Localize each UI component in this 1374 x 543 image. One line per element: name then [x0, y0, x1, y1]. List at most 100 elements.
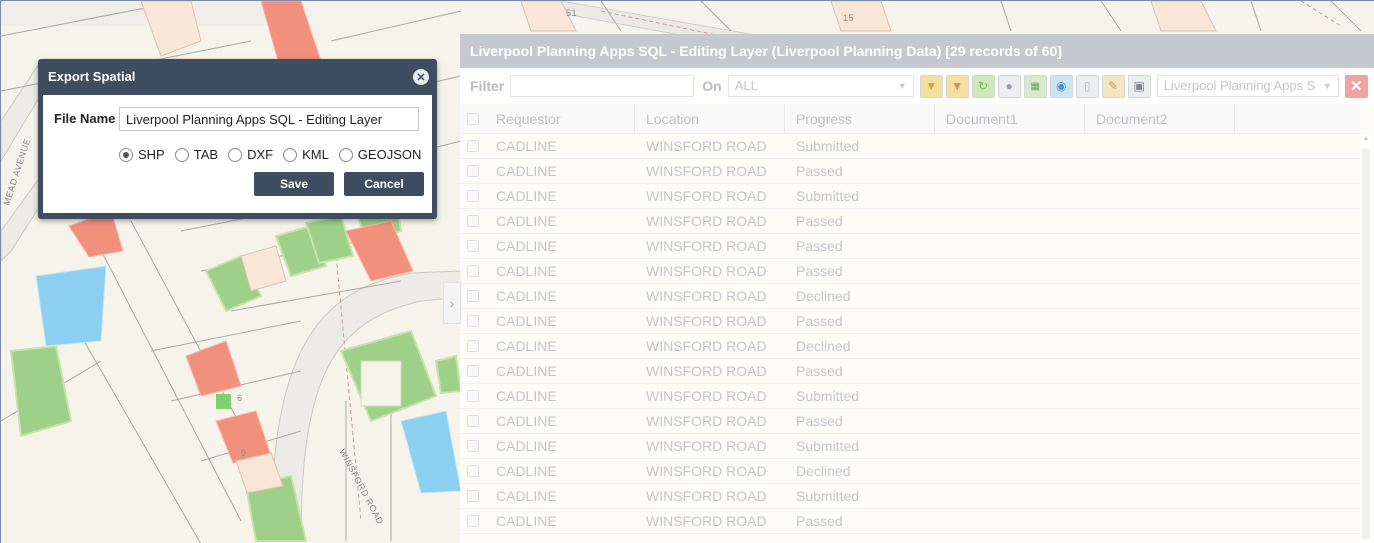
row-checkbox[interactable]	[460, 434, 485, 458]
table-row[interactable]: CADLINE WINSFORD ROAD Passed	[460, 359, 1360, 384]
table-cell: WINSFORD ROAD	[646, 263, 767, 279]
row-checkbox[interactable]	[460, 134, 485, 158]
row-checkbox[interactable]	[460, 259, 485, 283]
save-button[interactable]: Save	[254, 172, 334, 196]
table-cell: WINSFORD ROAD	[646, 438, 767, 454]
plot-number: 9	[241, 448, 247, 458]
radio-button[interactable]	[174, 147, 189, 162]
table-row[interactable]: CADLINE WINSFORD ROAD Declined	[460, 334, 1360, 359]
table-row[interactable]: CADLINE WINSFORD ROAD Passed	[460, 259, 1360, 284]
clear-filter-icon[interactable]: ▼	[945, 74, 969, 98]
table-row[interactable]: CADLINE WINSFORD ROAD Submitted	[460, 384, 1360, 409]
table-row[interactable]: CADLINE WINSFORD ROAD Declined	[460, 459, 1360, 484]
table-cell	[1085, 209, 1235, 233]
format-radio-dxf[interactable]: DXF	[228, 147, 273, 162]
row-checkbox[interactable]	[460, 409, 485, 433]
cancel-button[interactable]: Cancel	[344, 172, 424, 196]
table-cell: Passed	[796, 513, 843, 529]
close-icon[interactable]: ✕	[413, 69, 429, 85]
refresh-icon[interactable]: ↻	[971, 74, 995, 98]
row-checkbox[interactable]	[460, 384, 485, 408]
table-cell	[935, 159, 1085, 183]
table-row[interactable]: CADLINE WINSFORD ROAD Passed	[460, 209, 1360, 234]
table-row[interactable]: CADLINE WINSFORD ROAD Submitted	[460, 434, 1360, 459]
table-row[interactable]: CADLINE WINSFORD ROAD Passed	[460, 159, 1360, 184]
row-checkbox[interactable]	[460, 359, 485, 383]
scrollbar-thumb[interactable]	[1362, 149, 1370, 539]
table-row[interactable]: CADLINE WINSFORD ROAD Passed	[460, 234, 1360, 259]
table-cell: Declined	[796, 288, 851, 304]
table-cell: WINSFORD ROAD	[646, 338, 767, 354]
edit-icon[interactable]: ✎	[1101, 74, 1125, 98]
table-cell	[1085, 234, 1235, 258]
radio-button[interactable]	[119, 147, 133, 162]
radio-button[interactable]	[228, 147, 243, 162]
table-row[interactable]: CADLINE WINSFORD ROAD Submitted	[460, 184, 1360, 209]
table-cell: Passed	[796, 163, 843, 179]
grid-toolbar: Filter On ALL ▼ ▼ ▼ ↻ ● ▦ ◉ ▯ ✎ ▣ Liverp…	[460, 68, 1374, 104]
row-checkbox[interactable]	[460, 484, 485, 508]
select-all-checkbox[interactable]	[460, 104, 485, 133]
table-cell: CADLINE	[496, 413, 557, 429]
scroll-up-icon[interactable]: ▲	[1360, 135, 1372, 142]
save-icon[interactable]: ▣	[1127, 74, 1151, 98]
table-cell: Passed	[796, 413, 843, 429]
filename-input[interactable]	[119, 107, 419, 131]
table-row[interactable]: CADLINE WINSFORD ROAD Passed	[460, 409, 1360, 434]
grid-scrollbar[interactable]: ▲	[1360, 135, 1372, 543]
collapse-grid-chevron-icon[interactable]: ›	[443, 282, 461, 324]
column-header[interactable]: Document2	[1085, 104, 1235, 133]
table-cell: WINSFORD ROAD	[646, 163, 767, 179]
radio-button[interactable]	[283, 147, 298, 162]
table-cell	[935, 134, 1085, 158]
table-cell	[1085, 409, 1235, 433]
export-excel-icon[interactable]: ▦	[1023, 74, 1047, 98]
table-cell: Passed	[796, 263, 843, 279]
table-cell: Submitted	[796, 138, 860, 154]
table-cell: WINSFORD ROAD	[646, 138, 767, 154]
row-checkbox[interactable]	[460, 509, 485, 533]
filter-icon[interactable]: ▼	[919, 74, 943, 98]
row-checkbox[interactable]	[460, 334, 485, 358]
table-cell: CADLINE	[496, 338, 557, 354]
filter-input[interactable]	[510, 75, 695, 97]
table-cell: Submitted	[796, 388, 860, 404]
layer-select[interactable]: Liverpool Planning Apps S ▼	[1156, 75, 1339, 97]
column-header[interactable]: Document1	[935, 104, 1085, 133]
format-radio-kml[interactable]: KML	[283, 147, 329, 162]
table-cell: CADLINE	[496, 238, 557, 254]
row-checkbox[interactable]	[460, 209, 485, 233]
row-checkbox[interactable]	[460, 284, 485, 308]
close-icon[interactable]: ✕	[1344, 74, 1368, 98]
document-icon[interactable]: ▯	[1075, 74, 1099, 98]
table-row[interactable]: CADLINE WINSFORD ROAD Passed	[460, 309, 1360, 334]
row-checkbox[interactable]	[460, 459, 485, 483]
export-spatial-dialog: Export Spatial ✕ File Name SHP TAB DXF KML G…	[38, 59, 437, 219]
table-row[interactable]: CADLINE WINSFORD ROAD Declined	[460, 284, 1360, 309]
table-cell: Submitted	[796, 488, 860, 504]
column-header[interactable]: Progress	[785, 104, 935, 133]
format-radio-group: SHP TAB DXF KML GEOJSON	[119, 147, 431, 162]
radio-button[interactable]	[338, 147, 353, 162]
table-cell: Passed	[796, 213, 843, 229]
format-radio-shp[interactable]: SHP	[119, 147, 165, 162]
format-radio-tab[interactable]: TAB	[174, 147, 218, 162]
filter-label: Filter	[470, 78, 505, 94]
table-row[interactable]: CADLINE WINSFORD ROAD Submitted	[460, 484, 1360, 509]
globe-icon[interactable]: ◉	[1049, 74, 1073, 98]
table-row[interactable]: CADLINE WINSFORD ROAD Submitted	[460, 134, 1360, 159]
filter-column-select[interactable]: ALL ▼	[727, 75, 914, 97]
table-cell	[1085, 284, 1235, 308]
zoom-to-icon[interactable]: ●	[997, 74, 1021, 98]
format-radio-geojson[interactable]: GEOJSON	[338, 147, 421, 162]
table-cell: WINSFORD ROAD	[646, 388, 767, 404]
column-header[interactable]: Location	[635, 104, 785, 133]
table-row[interactable]: CADLINE WINSFORD ROAD Passed	[460, 509, 1360, 534]
table-cell	[935, 209, 1085, 233]
row-checkbox[interactable]	[460, 234, 485, 258]
chevron-down-icon: ▼	[1318, 76, 1332, 96]
row-checkbox[interactable]	[460, 309, 485, 333]
column-header[interactable]: Requestor	[485, 104, 635, 133]
row-checkbox[interactable]	[460, 159, 485, 183]
row-checkbox[interactable]	[460, 184, 485, 208]
